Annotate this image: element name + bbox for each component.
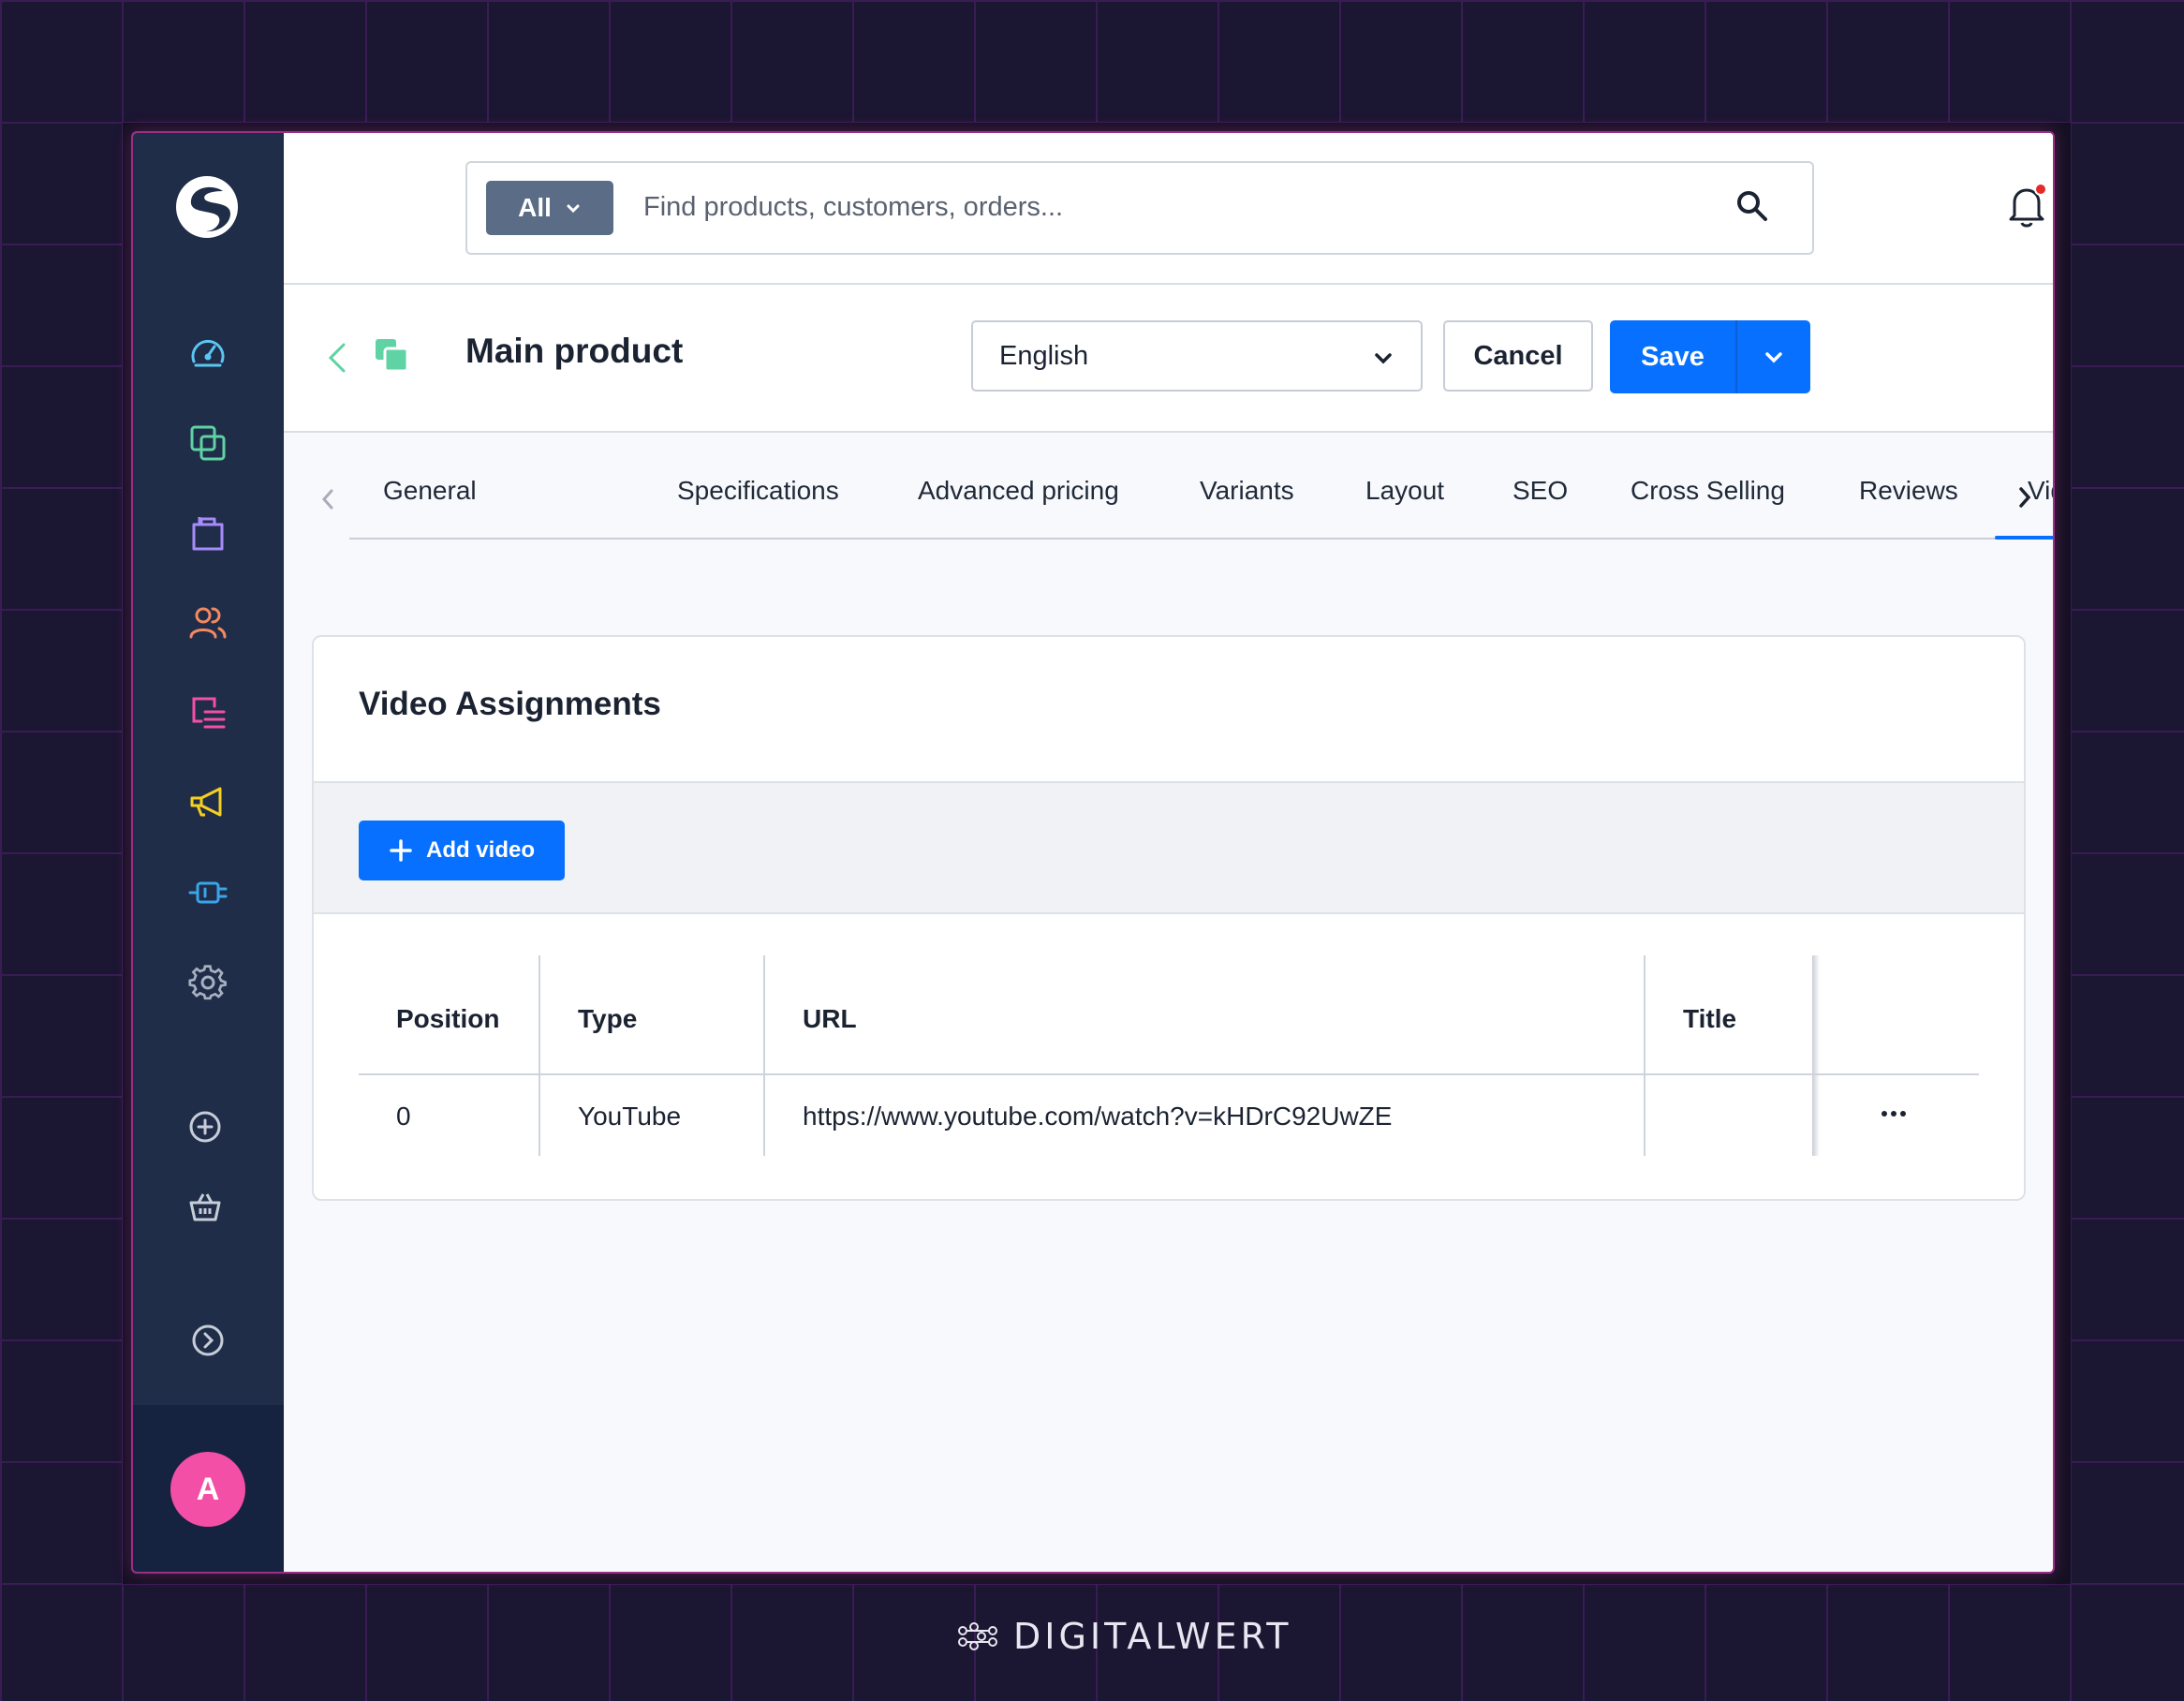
marketing-icon[interactable]	[186, 781, 229, 824]
tab-cross-selling[interactable]: Cross Selling	[1631, 476, 1785, 506]
card-title: Video Assignments	[359, 686, 661, 722]
actions-column-shadow	[1812, 955, 1820, 1156]
video-table: Position Type URL Title 0 YouTube https:…	[359, 955, 1979, 1158]
column-header-url[interactable]: URL	[803, 1004, 857, 1034]
save-options-button[interactable]	[1737, 320, 1810, 393]
save-button-group: Save	[1610, 320, 1810, 393]
avatar[interactable]: A	[170, 1452, 245, 1527]
search-filter-label: All	[518, 193, 552, 222]
content-icon[interactable]	[186, 691, 229, 734]
orders-icon[interactable]	[186, 511, 229, 555]
save-button[interactable]: Save	[1610, 320, 1737, 393]
tab-general[interactable]: General	[383, 476, 477, 506]
topbar: All	[284, 133, 2053, 285]
chevron-down-icon	[567, 204, 580, 214]
sidebar: A	[133, 133, 284, 1572]
tab-reviews[interactable]: Reviews	[1859, 476, 1958, 506]
language-select[interactable]: English	[971, 320, 1423, 392]
tab-layout[interactable]: Layout	[1365, 476, 1444, 506]
brand-footer: DIGITALWERT	[955, 1613, 1292, 1660]
tab-advanced-pricing[interactable]: Advanced pricing	[918, 476, 1119, 506]
customers-icon[interactable]	[186, 601, 229, 644]
product-tabs: General Specifications Advanced pricing …	[284, 433, 2053, 555]
chevron-down-icon	[1375, 353, 1392, 364]
page-title: Main product	[465, 332, 684, 370]
add-video-label: Add video	[425, 837, 535, 863]
cell-type: YouTube	[578, 1102, 682, 1131]
search-filter-dropdown[interactable]: All	[486, 181, 613, 235]
search-icon[interactable]	[1735, 189, 1769, 223]
tab-seo[interactable]: SEO	[1513, 476, 1568, 506]
language-select-value: English	[999, 340, 1089, 371]
admin-window: A All Find products, customers, orders..…	[131, 131, 2055, 1574]
column-header-title[interactable]: Title	[1683, 1004, 1736, 1034]
cell-url: https://www.youtube.com/watch?v=kHDrC92U…	[803, 1102, 1393, 1131]
sales-channel-icon[interactable]	[184, 1186, 227, 1229]
cancel-button[interactable]: Cancel	[1443, 320, 1593, 392]
product-module-icon	[376, 339, 409, 373]
global-search: All	[465, 161, 1814, 255]
chevron-down-icon	[1765, 352, 1782, 363]
tabs-scroll-right-icon[interactable]	[2014, 483, 2035, 511]
active-tab-indicator	[1995, 536, 2053, 540]
column-header-position[interactable]: Position	[396, 1004, 499, 1034]
plus-icon	[390, 839, 412, 862]
tab-specifications[interactable]: Specifications	[677, 476, 839, 506]
card-toolbar: Add video	[314, 781, 2024, 914]
add-video-button[interactable]: Add video	[359, 821, 565, 880]
expand-icon[interactable]	[186, 1319, 229, 1362]
brand-name: DIGITALWERT	[1013, 1616, 1292, 1657]
digitalwert-logo-icon	[958, 1622, 997, 1650]
tabs-scroll-left-icon[interactable]	[317, 485, 338, 513]
more-actions-icon[interactable]	[1880, 1107, 1908, 1120]
search-input[interactable]	[642, 163, 1722, 251]
column-resize-handle[interactable]	[1644, 955, 1645, 1156]
extensions-icon[interactable]	[186, 871, 229, 914]
add-icon[interactable]	[184, 1105, 227, 1148]
video-assignments-card: Video Assignments Add video Position Typ…	[312, 635, 2026, 1201]
dashboard-icon[interactable]	[186, 332, 229, 375]
tabs-divider	[349, 538, 2013, 540]
header-row-divider	[359, 1073, 1979, 1075]
column-resize-handle[interactable]	[539, 955, 540, 1156]
tab-variants[interactable]: Variants	[1200, 476, 1294, 506]
catalogue-icon[interactable]	[186, 422, 229, 465]
cell-position: 0	[396, 1102, 411, 1131]
column-resize-handle[interactable]	[763, 955, 765, 1156]
settings-icon[interactable]	[186, 961, 229, 1004]
column-header-type[interactable]: Type	[578, 1004, 637, 1034]
back-arrow-icon[interactable]	[323, 337, 351, 378]
notifications-bell-icon[interactable]	[2005, 182, 2050, 229]
page-header: Main product English Cancel Save	[284, 285, 2053, 433]
shopware-logo-icon[interactable]	[174, 174, 240, 240]
